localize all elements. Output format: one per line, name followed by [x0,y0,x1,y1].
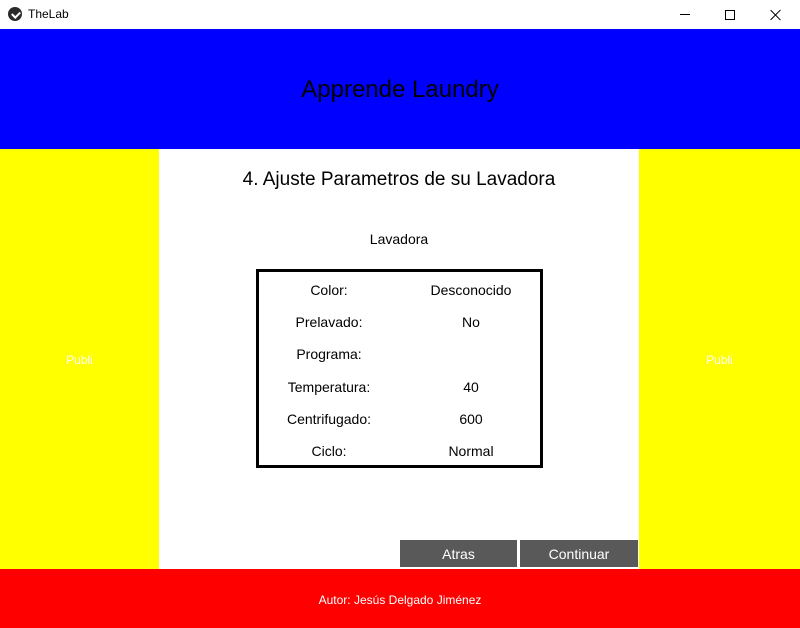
param-value: 40 [463,379,479,395]
param-value: 600 [459,411,483,427]
window-titlebar: TheLab [0,0,800,29]
section-title: 4. Ajuste Parametros de su Lavadora [242,169,556,190]
param-row-prelavado: Prelavado: No [259,310,540,334]
sidebar-left-ad-label: Publi [66,352,93,367]
param-row-centrifugado: Centrifugado: 600 [259,407,540,431]
maximize-button[interactable] [707,0,753,29]
window-title: TheLab [28,7,69,21]
app-logo-icon [8,7,22,21]
param-label: Temperatura: [287,379,371,395]
main-content: 4. Ajuste Parametros de su Lavadora Lava… [159,149,639,569]
param-label: Programa: [296,346,362,362]
param-label: Ciclo: [311,443,347,459]
param-row-programa: Programa: [259,342,540,366]
param-label: Prelavado: [295,314,363,330]
param-value: Desconocido [430,282,512,298]
param-label: Color: [310,282,348,298]
app-header-title: Apprende Laundry [301,76,499,103]
param-value: Normal [448,443,494,459]
minimize-button[interactable] [662,0,708,29]
machine-label: Lavadora [369,231,429,247]
param-row-temperatura: Temperatura: 40 [259,375,540,399]
app-header: Apprende Laundry [0,29,800,149]
param-label: Centrifugado: [286,411,372,427]
parameters-table: Color: Desconocido Prelavado: No Program… [256,269,543,468]
maximize-icon [725,9,735,20]
param-value: No [462,314,480,330]
close-icon [770,9,782,21]
param-row-ciclo: Ciclo: Normal [259,439,540,463]
sidebar-right-ad: Publi [639,149,800,569]
minimize-icon [680,14,690,15]
close-button[interactable] [753,0,799,29]
continue-button[interactable]: Continuar [520,540,638,567]
sidebar-left-ad: Publi [0,149,159,569]
back-button[interactable]: Atras [400,540,517,567]
author-credit: Autor: Jesús Delgado Jiménez [318,592,482,607]
sidebar-right-ad-label: Publi [706,352,733,367]
param-row-color: Color: Desconocido [259,278,540,302]
app-footer: Autor: Jesús Delgado Jiménez [0,569,800,628]
